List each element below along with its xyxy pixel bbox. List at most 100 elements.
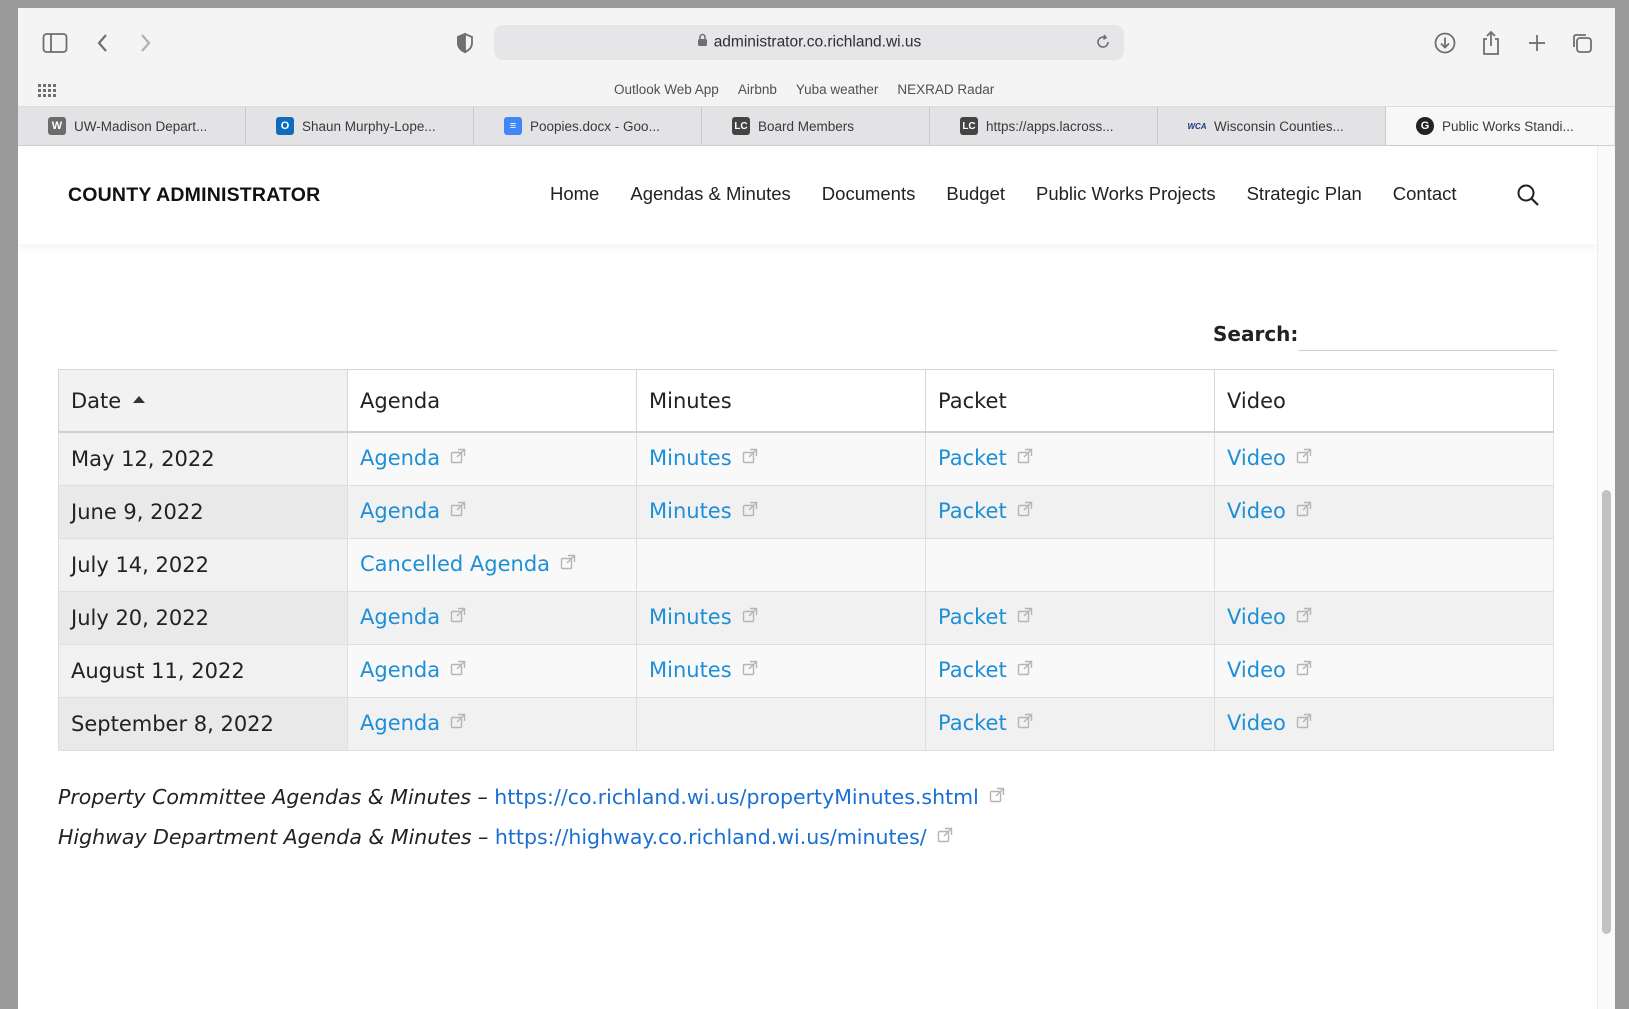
- column-header-agenda[interactable]: Agenda: [347, 369, 637, 433]
- packet-cell: Packet: [925, 590, 1215, 645]
- browser-tab[interactable]: O Shaun Murphy-Lope...: [246, 107, 474, 145]
- site-title[interactable]: COUNTY ADMINISTRATOR: [68, 184, 320, 207]
- tab-label: Public Works Standi...: [1442, 118, 1574, 134]
- property-committee-label: Property Committee Agendas & Minutes –: [58, 785, 495, 809]
- nav-item-agendas-minutes[interactable]: Agendas & Minutes: [630, 183, 790, 205]
- privacy-shield-icon[interactable]: [452, 30, 478, 56]
- header-label: Packet: [938, 388, 1007, 413]
- table-row: June 9, 2022 Agenda Minutes Packet Video: [58, 484, 1554, 539]
- packet-link[interactable]: Packet: [938, 499, 1007, 523]
- video-link[interactable]: Video: [1227, 658, 1286, 682]
- external-link-icon: [742, 657, 758, 681]
- sidebar-toggle-icon[interactable]: [42, 30, 68, 56]
- header-label: Agenda: [360, 388, 441, 413]
- external-link-icon: [450, 498, 466, 522]
- video-link[interactable]: Video: [1227, 711, 1286, 735]
- reload-icon[interactable]: [1094, 33, 1112, 55]
- tab-label: Board Members: [758, 118, 855, 134]
- agenda-link[interactable]: Agenda: [360, 711, 440, 735]
- browser-tab[interactable]: ≡ Poopies.docx - Goo...: [474, 107, 702, 145]
- external-link-icon: [450, 657, 466, 681]
- minutes-link[interactable]: Minutes: [649, 658, 732, 682]
- agenda-cell: Agenda: [347, 590, 637, 645]
- date-cell: May 12, 2022: [58, 431, 348, 486]
- browser-tab[interactable]: LC Board Members: [702, 107, 930, 145]
- video-link[interactable]: Video: [1227, 499, 1286, 523]
- video-link[interactable]: Video: [1227, 605, 1286, 629]
- back-arrow-icon[interactable]: [90, 30, 116, 56]
- browser-tab-active[interactable]: G Public Works Standi...: [1386, 107, 1614, 145]
- video-cell: Video: [1214, 431, 1554, 486]
- table-body: May 12, 2022 Agenda Minutes Packet Video June…: [58, 431, 1554, 751]
- bookmark-item[interactable]: Airbnb: [738, 82, 777, 97]
- minutes-cell: Minutes: [636, 643, 926, 698]
- packet-link[interactable]: Packet: [938, 658, 1007, 682]
- minutes-link[interactable]: Minutes: [649, 446, 732, 470]
- minutes-link[interactable]: Minutes: [649, 605, 732, 629]
- agenda-link[interactable]: Agenda: [360, 605, 440, 629]
- lock-icon: [697, 33, 708, 52]
- minutes-link[interactable]: Minutes: [649, 499, 732, 523]
- header-label: Date: [71, 388, 122, 413]
- browser-window: administrator.co.richland.wi.us Outlook …: [18, 8, 1615, 1009]
- external-link-icon: [1296, 498, 1312, 522]
- agenda-link[interactable]: Agenda: [360, 446, 440, 470]
- tab-overview-icon[interactable]: [1569, 30, 1595, 56]
- agenda-link[interactable]: Cancelled Agenda: [360, 552, 550, 576]
- tab-label: https://apps.lacross...: [986, 118, 1114, 134]
- browser-tab[interactable]: WCA Wisconsin Counties...: [1158, 107, 1386, 145]
- browser-tab[interactable]: LC https://apps.lacross...: [930, 107, 1158, 145]
- apps-grid-icon[interactable]: [38, 83, 56, 102]
- minutes-cell: Minutes: [636, 484, 926, 539]
- meetings-table: Date Agenda Minutes Packet Video May 12,…: [58, 369, 1554, 751]
- search-input[interactable]: [1298, 314, 1558, 351]
- external-link-icon: [937, 824, 953, 848]
- column-header-date[interactable]: Date: [58, 369, 348, 433]
- outlook-favicon-icon: O: [276, 117, 294, 135]
- lc-favicon-icon: LC: [960, 117, 978, 135]
- address-bar[interactable]: administrator.co.richland.wi.us: [494, 25, 1124, 60]
- agenda-link[interactable]: Agenda: [360, 658, 440, 682]
- search-icon[interactable]: [1516, 183, 1540, 211]
- nav-item-documents[interactable]: Documents: [822, 183, 916, 205]
- packet-link[interactable]: Packet: [938, 446, 1007, 470]
- nav-item-home[interactable]: Home: [550, 183, 599, 205]
- property-committee-line: Property Committee Agendas & Minutes – h…: [58, 785, 1005, 810]
- external-link-icon: [450, 604, 466, 628]
- packet-link[interactable]: Packet: [938, 605, 1007, 629]
- external-link-icon: [1017, 445, 1033, 469]
- video-cell: [1214, 537, 1554, 592]
- page-scrollbar-thumb[interactable]: [1602, 490, 1611, 934]
- property-minutes-link[interactable]: https://co.richland.wi.us/propertyMinute…: [494, 785, 979, 809]
- highway-minutes-link[interactable]: https://highway.co.richland.wi.us/minute…: [495, 825, 927, 849]
- column-header-video[interactable]: Video: [1214, 369, 1554, 433]
- bookmark-item[interactable]: Outlook Web App: [614, 82, 719, 97]
- forward-arrow-icon[interactable]: [132, 30, 158, 56]
- packet-link[interactable]: Packet: [938, 711, 1007, 735]
- minutes-cell: [636, 537, 926, 592]
- external-link-icon: [1296, 710, 1312, 734]
- nav-item-public-works-projects[interactable]: Public Works Projects: [1036, 183, 1216, 205]
- new-tab-plus-icon[interactable]: [1524, 30, 1550, 56]
- highway-department-label: Highway Department Agenda & Minutes –: [58, 825, 495, 849]
- column-header-minutes[interactable]: Minutes: [636, 369, 926, 433]
- column-header-packet[interactable]: Packet: [925, 369, 1215, 433]
- bookmark-item[interactable]: NEXRAD Radar: [897, 82, 994, 97]
- nav-item-budget[interactable]: Budget: [946, 183, 1005, 205]
- browser-tab[interactable]: W UW-Madison Depart...: [18, 107, 246, 145]
- w-favicon-icon: W: [48, 117, 66, 135]
- table-row: July 14, 2022 Cancelled Agenda: [58, 537, 1554, 592]
- nav-item-contact[interactable]: Contact: [1393, 183, 1457, 205]
- tab-label: Shaun Murphy-Lope...: [302, 118, 436, 134]
- header-label: Video: [1227, 388, 1286, 413]
- external-link-icon: [1296, 445, 1312, 469]
- bookmark-item[interactable]: Yuba weather: [796, 82, 879, 97]
- table-row: September 8, 2022 Agenda Packet Video: [58, 696, 1554, 751]
- nav-item-strategic-plan[interactable]: Strategic Plan: [1247, 183, 1362, 205]
- agenda-cell: Cancelled Agenda: [347, 537, 637, 592]
- agenda-link[interactable]: Agenda: [360, 499, 440, 523]
- share-icon[interactable]: [1478, 30, 1504, 56]
- packet-cell: Packet: [925, 431, 1215, 486]
- downloads-icon[interactable]: [1432, 30, 1458, 56]
- video-link[interactable]: Video: [1227, 446, 1286, 470]
